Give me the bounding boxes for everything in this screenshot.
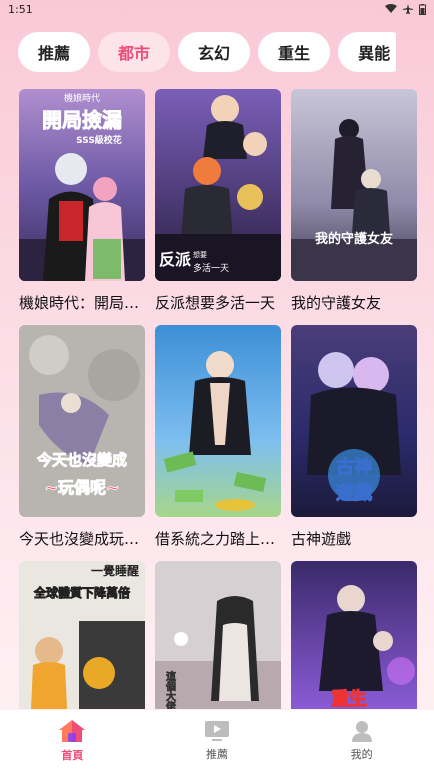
cover-text: 多活一天 [193, 262, 229, 274]
cover-text: 重生 [331, 688, 367, 709]
home-icon [59, 720, 86, 742]
category-chips: 推薦 都市 玄幻 重生 異能 [18, 32, 396, 74]
status-icons [385, 3, 426, 15]
cover-text: 今天也沒變成 [36, 451, 127, 469]
category-chip-fantasy[interactable]: 玄幻 [178, 32, 251, 72]
comic-card[interactable]: 反派 想要 多活一天 反派想要多活一天 [155, 89, 281, 315]
comic-card[interactable]: 機娘時代 開局撿漏 SSS級校花 機娘時代：開局撿漏sss級校花 [19, 89, 145, 315]
comic-card[interactable]: 我的守護女友 我的守護女友 [291, 89, 417, 315]
category-chip-rebirth[interactable]: 重生 [258, 32, 331, 72]
comic-cover[interactable]: 這個大佬 [155, 561, 281, 709]
comic-card[interactable]: 重生 [291, 561, 417, 709]
cover-text: ~玩偶呢~ [45, 478, 120, 497]
cover-text: 這個大佬 [164, 670, 177, 709]
cover-text: 想要 [193, 250, 207, 259]
wifi-icon [385, 4, 397, 13]
cover-text: 開局撿漏 [42, 108, 122, 132]
airplane-icon [403, 4, 413, 14]
tab-recommend[interactable]: 推薦 [177, 720, 257, 762]
cover-text: 遊戲 [336, 482, 373, 504]
cover-text: 一覺睡醒 [91, 563, 139, 578]
comic-title[interactable]: 借系統之力踏上巔峰 [155, 527, 281, 551]
bottom-tab-bar: 首頁 推薦 我的 [0, 710, 434, 772]
comic-cover[interactable]: 古神 遊戲 [291, 325, 417, 517]
comic-title[interactable]: 今天也沒變成玩偶呢 [19, 527, 145, 551]
comic-title[interactable]: 反派想要多活一天 [155, 291, 281, 315]
cover-text: 古神 [336, 456, 372, 478]
cover-text: 全球體質下降萬倍 [33, 585, 130, 600]
comic-cover[interactable]: 重生 [291, 561, 417, 709]
person-icon [351, 721, 372, 742]
comic-card[interactable]: 古神 遊戲 古神遊戲 [291, 325, 417, 551]
comic-card[interactable]: 今天也沒變成 ~玩偶呢~ 今天也沒變成玩偶呢 [19, 325, 145, 551]
cover-text: SSS級校花 [76, 134, 122, 146]
cover-text: 反派 [159, 250, 192, 269]
comic-title[interactable]: 機娘時代：開局撿漏sss級校花 [19, 291, 145, 315]
comic-cover[interactable] [155, 325, 281, 517]
comic-title[interactable]: 我的守護女友 [291, 291, 417, 315]
comic-card[interactable]: 借系統之力踏上巔峰 [155, 325, 281, 551]
cover-text: 我的守護女友 [315, 231, 393, 247]
category-chip-urban[interactable]: 都市 [98, 32, 171, 72]
comic-cover[interactable]: 機娘時代 開局撿漏 SSS級校花 [19, 89, 145, 281]
comic-cover[interactable]: 我的守護女友 [291, 89, 417, 281]
tv-icon [204, 721, 229, 741]
cover-text: 機娘時代 [64, 92, 100, 104]
comic-cover[interactable]: 一覺睡醒 全球體質下降萬倍 [19, 561, 145, 709]
tab-label: 首頁 [61, 749, 84, 762]
tab-label: 推薦 [205, 748, 228, 761]
comic-cover[interactable]: 反派 想要 多活一天 [155, 89, 281, 281]
tab-profile[interactable]: 我的 [322, 720, 402, 762]
comic-card[interactable]: 這個大佬 [155, 561, 281, 709]
comic-card[interactable]: 一覺睡醒 全球體質下降萬倍 [19, 561, 145, 709]
comic-grid: 機娘時代 開局撿漏 SSS級校花 機娘時代：開局撿漏sss級校花 反派 [19, 89, 417, 709]
tab-label: 我的 [350, 748, 373, 761]
comic-title[interactable]: 古神遊戲 [291, 527, 417, 551]
battery-icon [419, 3, 426, 15]
status-time: 1:51 [8, 2, 33, 16]
category-chip-superpower[interactable]: 異能 [338, 32, 396, 72]
tab-home[interactable]: 首頁 [32, 719, 112, 763]
status-bar: 1:51 [0, 0, 434, 18]
comic-cover[interactable]: 今天也沒變成 ~玩偶呢~ [19, 325, 145, 517]
category-chip-recommend[interactable]: 推薦 [18, 32, 91, 72]
